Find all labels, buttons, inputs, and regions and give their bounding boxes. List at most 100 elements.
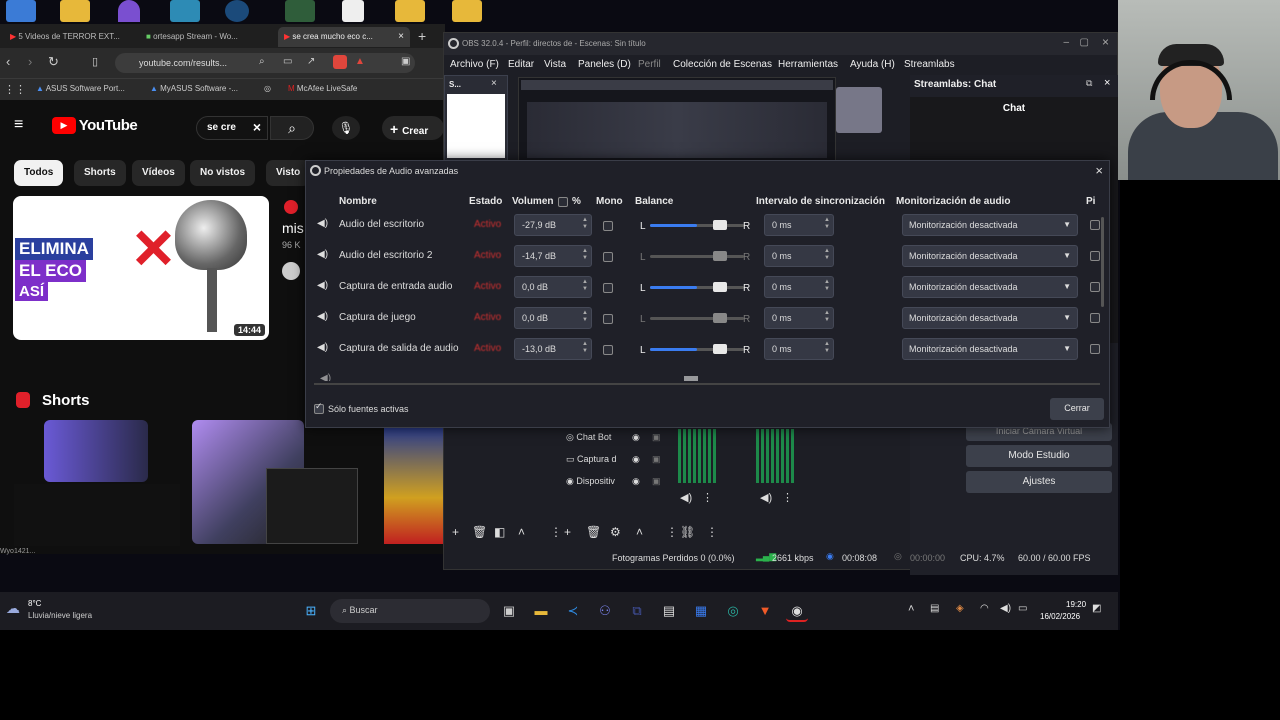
short-thumb-3[interactable] — [384, 428, 444, 544]
apps-icon[interactable]: ⋮⋮ — [4, 83, 26, 96]
close-icon[interactable]: × — [1102, 35, 1109, 49]
chip-no-vistos[interactable]: No vistos — [190, 160, 256, 186]
chevron-up-icon[interactable]: ˄ — [908, 603, 914, 615]
create-button[interactable]: + Crear — [382, 116, 444, 140]
tray-icon[interactable]: ▤ — [930, 603, 939, 614]
bookmark-item[interactable]: ▲ MyASUS Software -... — [150, 84, 238, 93]
mixer-speaker-icon[interactable]: ◀) — [680, 491, 692, 504]
chip-shorts[interactable]: Shorts — [74, 160, 126, 186]
balance-thumb[interactable] — [713, 251, 727, 261]
float-icon[interactable]: ⧉ — [1086, 78, 1092, 89]
eye-icon[interactable]: ◉ — [632, 476, 640, 487]
steam-icon[interactable] — [225, 0, 249, 22]
new-tab-icon[interactable]: + — [418, 28, 426, 44]
lock-icon[interactable]: ▣ — [652, 476, 661, 487]
forward-icon[interactable]: › — [28, 54, 32, 69]
bookmark-item[interactable]: ▲ ASUS Software Port... — [36, 84, 125, 93]
wifi-icon[interactable]: ◠ — [980, 603, 989, 614]
volume-spinbox[interactable]: -14,7 dB ▲ ▼ — [514, 245, 592, 267]
menu-icon[interactable]: ⋮ — [666, 525, 678, 539]
monitor-dropdown[interactable]: Monitorización desactivada ▼ — [902, 307, 1078, 329]
folder-icon[interactable] — [452, 0, 482, 22]
spin-arrows-icon[interactable]: ▲ ▼ — [582, 217, 588, 231]
close-button[interactable]: Cerrar — [1050, 398, 1104, 420]
menu-archivo[interactable]: Archivo (F) — [450, 59, 499, 70]
monitor-dropdown[interactable]: Monitorización desactivada ▼ — [902, 338, 1078, 360]
track-checkbox[interactable] — [1090, 251, 1100, 261]
mixer-menu-icon[interactable]: ⋮ — [702, 491, 713, 504]
filter-icon[interactable]: ◧ — [494, 525, 505, 539]
clock-time[interactable]: 19:20 — [1066, 600, 1086, 609]
close-icon[interactable]: × — [1095, 163, 1103, 178]
up-icon[interactable]: ˄ — [636, 525, 643, 539]
tab-2[interactable]: ■ ortesapp Stream - Wo... — [140, 27, 270, 47]
mic-button[interactable]: 🎙 — [332, 116, 360, 140]
menu-vista[interactable]: Vista — [544, 59, 566, 70]
link-icon[interactable]: ⛓ — [680, 525, 695, 539]
preview-canvas[interactable] — [518, 77, 836, 161]
monitor-dropdown[interactable]: Monitorización desactivada ▼ — [902, 214, 1078, 236]
balance-thumb[interactable] — [713, 282, 727, 292]
minimize-icon[interactable]: – — [1063, 37, 1069, 48]
speaker-icon[interactable]: ◀) — [317, 249, 328, 260]
mono-checkbox[interactable] — [603, 345, 613, 355]
track-checkbox[interactable] — [1090, 313, 1100, 323]
store-icon[interactable]: ▤ — [658, 600, 680, 622]
teams-icon[interactable]: ⚇ — [594, 600, 616, 622]
mono-checkbox[interactable] — [603, 252, 613, 262]
youtube-logo[interactable]: ▶ YouTube — [52, 117, 138, 134]
chip-videos[interactable]: Vídeos — [132, 160, 185, 186]
tray-icon[interactable]: ◈ — [956, 603, 964, 614]
spin-arrows-icon[interactable]: ▲ ▼ — [582, 341, 588, 355]
close-icon[interactable]: × — [1104, 77, 1110, 89]
volume-spinbox[interactable]: 0,0 dB ▲ ▼ — [514, 307, 592, 329]
lock-icon[interactable]: ▣ — [652, 454, 661, 465]
menu-icon[interactable]: ⋮ — [706, 525, 718, 539]
windows-start-icon[interactable]: ⊞ — [300, 600, 322, 622]
mixer-speaker-icon[interactable]: ◀) — [760, 491, 772, 504]
sync-spinbox[interactable]: 0 ms ▲ ▼ — [764, 338, 834, 360]
sync-spinbox[interactable]: 0 ms ▲ ▼ — [764, 214, 834, 236]
tab-3[interactable]: ▶ se crea mucho eco c... × — [278, 27, 410, 47]
folder-icon[interactable] — [395, 0, 425, 22]
add-icon[interactable]: + — [452, 525, 459, 539]
sidebar-icon[interactable]: ▣ — [401, 56, 410, 67]
spin-arrows-icon[interactable]: ▲ ▼ — [582, 310, 588, 324]
up-icon[interactable]: ˄ — [518, 525, 525, 539]
taskbar-search[interactable]: ⌕ Buscar — [330, 599, 490, 623]
bookmark-icon[interactable]: ▯ — [92, 55, 98, 68]
eye-icon[interactable]: ◉ — [632, 454, 640, 465]
notification-icon[interactable]: ◩ — [1092, 603, 1101, 614]
mono-checkbox[interactable] — [603, 283, 613, 293]
menu-streamlabs[interactable]: Streamlabs — [904, 59, 955, 70]
file-explorer-icon[interactable]: ▬ — [530, 600, 552, 622]
channel-avatar[interactable] — [282, 262, 300, 280]
app-icon[interactable]: ▦ — [690, 600, 712, 622]
volume-spinbox[interactable]: 0,0 dB ▲ ▼ — [514, 276, 592, 298]
brave-icon[interactable]: ▼ — [754, 600, 776, 622]
spin-arrows-icon[interactable]: ▲ ▼ — [824, 248, 830, 262]
search-button[interactable]: ⌕ — [270, 116, 314, 140]
spin-arrows-icon[interactable]: ▲ ▼ — [824, 310, 830, 324]
app-icon[interactable] — [118, 0, 140, 22]
sync-spinbox[interactable]: 0 ms ▲ ▼ — [764, 276, 834, 298]
folder-icon[interactable] — [60, 0, 90, 22]
vscode-icon[interactable]: ≺ — [562, 600, 584, 622]
document-icon[interactable] — [342, 0, 364, 22]
spin-arrows-icon[interactable]: ▲ ▼ — [582, 248, 588, 262]
close-icon[interactable]: × — [491, 78, 497, 89]
h-scrollbar[interactable] — [314, 383, 1100, 385]
gear-icon[interactable]: ⚙ — [610, 525, 621, 539]
clock-date[interactable]: 16/02/2026 — [1040, 612, 1080, 621]
eye-icon[interactable]: ◉ — [632, 432, 640, 443]
zoom-icon[interactable]: ⌕ — [259, 56, 265, 67]
spin-arrows-icon[interactable]: ▲ ▼ — [824, 341, 830, 355]
share-icon[interactable]: ↗ — [307, 56, 315, 67]
balance-slider[interactable] — [650, 344, 744, 354]
battery-icon[interactable]: ▭ — [1018, 603, 1027, 614]
monitor-dropdown[interactable]: Monitorización desactivada ▼ — [902, 245, 1078, 267]
chip-todos[interactable]: Todos — [14, 160, 64, 186]
add-icon[interactable]: + — [564, 525, 571, 539]
sync-spinbox[interactable]: 0 ms ▲ ▼ — [764, 245, 834, 267]
bookmark-item[interactable]: M McAfee LiveSafe — [288, 84, 357, 93]
